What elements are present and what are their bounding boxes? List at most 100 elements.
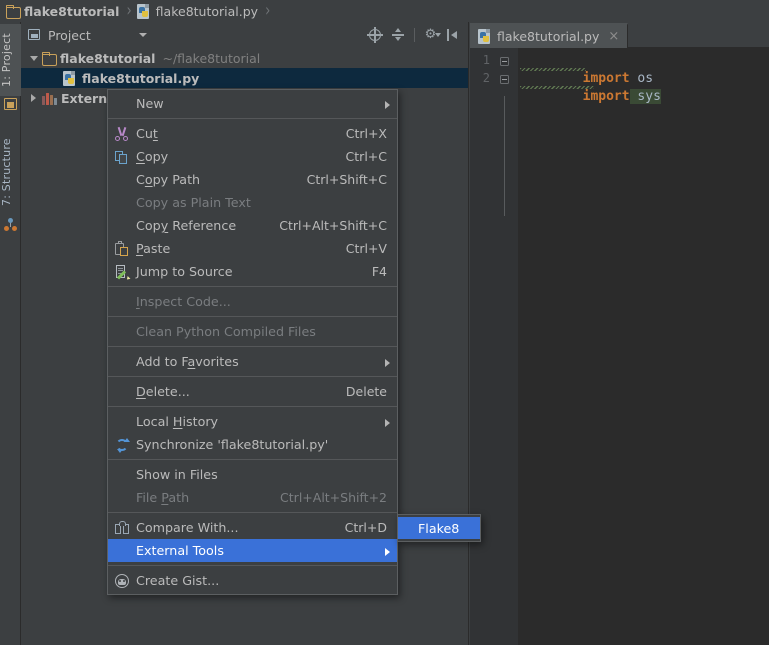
menu-item-jump-to-source[interactable]: Jump to Source F4 bbox=[108, 260, 397, 283]
editor-tab-flake8tutorial-py[interactable]: flake8tutorial.py × bbox=[470, 23, 629, 48]
python-file-icon bbox=[136, 3, 151, 19]
breadcrumb-separator-2: › bbox=[265, 0, 271, 22]
menu-item-cut[interactable]: Cut Ctrl+X bbox=[108, 122, 397, 145]
editor-tab-label: flake8tutorial.py bbox=[497, 29, 600, 44]
cut-icon bbox=[114, 126, 130, 142]
twisty-closed-icon[interactable] bbox=[26, 88, 42, 108]
hide-panel-icon[interactable] bbox=[444, 25, 464, 45]
project-toolbar: ⚙ bbox=[365, 22, 464, 48]
menu-item-label: Clean Python Compiled Files bbox=[136, 324, 316, 339]
menu-item-label: Compare With... bbox=[136, 520, 239, 535]
menu-item-label: Copy Path bbox=[136, 172, 201, 187]
folder-icon bbox=[42, 51, 57, 66]
menu-item-label: Show in Files bbox=[136, 467, 218, 482]
sidebar-item-structure[interactable]: 7: Structure bbox=[0, 130, 21, 214]
collapse-all-icon[interactable] bbox=[388, 25, 408, 45]
project-icon bbox=[4, 98, 17, 111]
menu-item-create-gist[interactable]: Create Gist... bbox=[108, 569, 397, 592]
tree-node-path: ~/flake8tutorial bbox=[162, 50, 261, 66]
submenu-arrow-icon bbox=[385, 547, 390, 556]
menu-item-synchronize-flake8tutorial-py[interactable]: Synchronize 'flake8tutorial.py' bbox=[108, 433, 397, 456]
project-view-selector[interactable]: Project bbox=[21, 22, 153, 48]
menu-item-label: Jump to Source bbox=[136, 264, 233, 279]
close-icon[interactable]: × bbox=[606, 30, 621, 43]
menu-item-add-to-favorites[interactable]: Add to Favorites bbox=[108, 350, 397, 373]
context-menu[interactable]: New Cut Ctrl+X Copy Ctrl+C Copy Path Ctrl+Shif… bbox=[107, 89, 398, 595]
breadcrumb: flake8tutorial › flake8tutorial.py › bbox=[0, 0, 769, 22]
tree-node-project-root[interactable]: flake8tutorial ~/flake8tutorial bbox=[21, 48, 468, 68]
menu-item-label: Synchronize 'flake8tutorial.py' bbox=[136, 437, 329, 452]
submenu-arrow-icon bbox=[385, 100, 390, 109]
chevron-down-icon[interactable] bbox=[138, 33, 147, 37]
breadcrumb-item-project[interactable]: flake8tutorial bbox=[6, 0, 119, 22]
tab-strip-empty bbox=[628, 24, 769, 48]
menu-item-shortcut: Ctrl+D bbox=[344, 520, 387, 535]
menu-item-paste[interactable]: Paste Ctrl+V bbox=[108, 237, 397, 260]
line-number: 2 bbox=[482, 71, 490, 85]
code-editor[interactable]: 1 2 import os import sys bbox=[470, 48, 769, 645]
menu-separator bbox=[108, 376, 397, 377]
menu-separator bbox=[108, 286, 397, 287]
menu-item-new[interactable]: New bbox=[108, 92, 397, 115]
warning-squiggle bbox=[520, 86, 594, 89]
menu-item-label: External Tools bbox=[136, 543, 224, 558]
fold-marker-icon[interactable] bbox=[500, 75, 509, 84]
menu-item-label: Copy bbox=[136, 149, 169, 164]
code-line-2: import sys bbox=[520, 70, 661, 124]
menu-item-show-in-files[interactable]: Show in Files bbox=[108, 463, 397, 486]
submenu-item-flake8[interactable]: Flake8 bbox=[398, 517, 480, 539]
menu-item-label: Delete... bbox=[136, 384, 190, 399]
keyword-import: import bbox=[582, 89, 630, 104]
menu-item-external-tools[interactable]: External Tools bbox=[108, 539, 397, 562]
twisty-open-icon[interactable] bbox=[26, 48, 42, 68]
tree-node-label: flake8tutorial bbox=[60, 50, 156, 66]
folder-icon bbox=[6, 4, 21, 19]
editor-gutter[interactable]: 1 2 bbox=[470, 48, 518, 645]
menu-separator bbox=[108, 512, 397, 513]
locate-icon[interactable] bbox=[365, 25, 385, 45]
fold-region-line bbox=[504, 96, 506, 216]
structure-icon bbox=[4, 218, 17, 231]
menu-item-inspect-code: Inspect Code... bbox=[108, 290, 397, 313]
fold-marker-icon[interactable] bbox=[500, 57, 509, 66]
menu-item-label: Add to Favorites bbox=[136, 354, 239, 369]
menu-item-copy-path[interactable]: Copy Path Ctrl+Shift+C bbox=[108, 168, 397, 191]
module-name-sys: sys bbox=[629, 89, 661, 104]
breadcrumb-item-file[interactable]: flake8tutorial.py bbox=[136, 0, 259, 22]
menu-item-label: Cut bbox=[136, 126, 158, 141]
menu-item-copy-reference[interactable]: Copy Reference Ctrl+Alt+Shift+C bbox=[108, 214, 397, 237]
sidebar-item-project[interactable]: 1: Project bbox=[0, 24, 21, 96]
menu-item-label: Paste bbox=[136, 241, 171, 256]
menu-item-file-path: File Path Ctrl+Alt+Shift+2 bbox=[108, 486, 397, 509]
menu-item-shortcut: Ctrl+Alt+Shift+2 bbox=[280, 490, 387, 505]
library-icon bbox=[42, 92, 57, 105]
editor-tab-strip: flake8tutorial.py × bbox=[470, 22, 769, 48]
create-gist-icon bbox=[114, 573, 130, 589]
project-view-label: Project bbox=[48, 27, 91, 43]
breadcrumb-label-project: flake8tutorial bbox=[24, 3, 120, 19]
menu-item-copy-as-plain-text: Copy as Plain Text bbox=[108, 191, 397, 214]
tree-node-label: flake8tutorial.py bbox=[82, 70, 200, 86]
breadcrumb-separator: › bbox=[126, 0, 132, 22]
menu-item-local-history[interactable]: Local History bbox=[108, 410, 397, 433]
jump-to-source-icon bbox=[114, 264, 130, 281]
menu-item-compare-with[interactable]: Compare With... Ctrl+D bbox=[108, 516, 397, 539]
gear-icon[interactable]: ⚙ bbox=[421, 25, 441, 45]
menu-separator bbox=[108, 118, 397, 119]
toolbar-divider bbox=[414, 28, 415, 42]
paste-icon bbox=[114, 241, 130, 257]
menu-item-label: Create Gist... bbox=[136, 573, 220, 588]
tool-window-rail: 1: Project 7: Structure bbox=[0, 22, 21, 645]
menu-item-label: Local History bbox=[136, 414, 219, 429]
menu-item-delete[interactable]: Delete... Delete bbox=[108, 380, 397, 403]
breadcrumb-label-file: flake8tutorial.py bbox=[155, 3, 259, 19]
python-file-icon bbox=[63, 70, 77, 86]
menu-item-label: Copy Reference bbox=[136, 218, 237, 233]
submenu-arrow-icon bbox=[385, 418, 390, 427]
menu-item-copy[interactable]: Copy Ctrl+C bbox=[108, 145, 397, 168]
menu-item-shortcut: F4 bbox=[371, 264, 387, 279]
submenu-item-label: Flake8 bbox=[418, 520, 460, 536]
tree-node-flake8tutorial-py[interactable]: flake8tutorial.py bbox=[21, 68, 468, 88]
external-tools-submenu[interactable]: Flake8 bbox=[397, 514, 481, 542]
copy-icon bbox=[114, 149, 130, 165]
